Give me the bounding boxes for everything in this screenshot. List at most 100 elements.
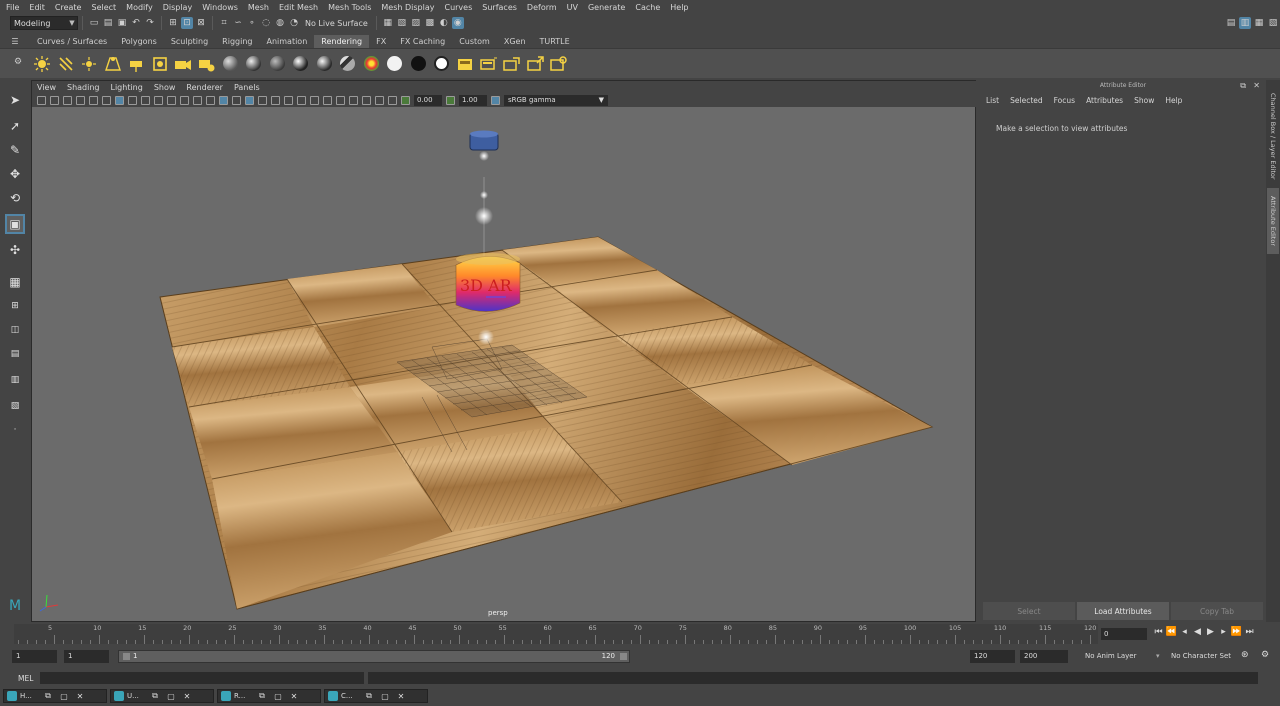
float-panel-icon[interactable]: ⧉ bbox=[1240, 81, 1246, 91]
menu-modify[interactable]: Modify bbox=[126, 3, 153, 12]
menu-set-dropdown[interactable]: Modeling ▼ bbox=[10, 16, 78, 30]
layered-shader-icon[interactable] bbox=[338, 54, 358, 74]
maximize-icon[interactable]: ▢ bbox=[272, 692, 284, 701]
resolution-gate-icon[interactable] bbox=[141, 95, 150, 105]
menu-cache[interactable]: Cache bbox=[635, 3, 660, 12]
close-icon[interactable]: ✕ bbox=[74, 692, 86, 701]
anim-layer-dropdown[interactable]: No Anim Layer bbox=[1085, 652, 1136, 660]
lambert-shader-icon[interactable] bbox=[267, 54, 287, 74]
minimized-window[interactable]: R... ⧉ ▢ ✕ bbox=[217, 689, 321, 703]
scale-tool-icon[interactable]: ▣ bbox=[5, 214, 25, 234]
restore-icon[interactable]: ⧉ bbox=[363, 691, 375, 701]
minimized-window[interactable]: H... ⧉ ▢ ✕ bbox=[3, 689, 107, 703]
step-back-frame-icon[interactable]: ◂ bbox=[1178, 627, 1191, 637]
bookmarks-icon[interactable] bbox=[63, 95, 72, 105]
panel-menu-shading[interactable]: Shading bbox=[67, 83, 100, 92]
use-default-material-icon[interactable] bbox=[232, 95, 241, 105]
animation-start-field[interactable]: 1 bbox=[12, 650, 57, 663]
toggle-channel-box-icon[interactable]: ▧ bbox=[1267, 17, 1279, 29]
menu-surfaces[interactable]: Surfaces bbox=[482, 3, 517, 12]
menu-mesh-tools[interactable]: Mesh Tools bbox=[328, 3, 371, 12]
go-to-end-icon[interactable]: ⏭ bbox=[1243, 627, 1256, 637]
render-current-icon[interactable]: ▧ bbox=[396, 17, 408, 29]
close-icon[interactable]: ✕ bbox=[181, 692, 193, 701]
panel-menu-show[interactable]: Show bbox=[154, 83, 176, 92]
shadows-icon[interactable] bbox=[284, 95, 293, 105]
volume-light-icon[interactable] bbox=[150, 54, 170, 74]
color-management-icon[interactable] bbox=[491, 95, 500, 105]
render-settings-shelf-icon[interactable] bbox=[549, 54, 569, 74]
play-forwards-icon[interactable]: ▶ bbox=[1204, 627, 1217, 637]
attr-menu-help[interactable]: Help bbox=[1165, 96, 1182, 105]
move-tool-icon[interactable]: ✥ bbox=[5, 164, 25, 184]
attr-menu-show[interactable]: Show bbox=[1134, 96, 1154, 105]
render-view-shelf-icon[interactable] bbox=[455, 54, 475, 74]
restore-icon[interactable]: ⧉ bbox=[42, 691, 54, 701]
film-gate-icon[interactable] bbox=[128, 95, 137, 105]
close-icon[interactable]: ✕ bbox=[395, 692, 407, 701]
wood-floor-plane[interactable] bbox=[159, 236, 934, 610]
area-light-icon[interactable] bbox=[126, 54, 146, 74]
motion-blur-icon[interactable] bbox=[310, 95, 319, 105]
current-frame-field[interactable]: 0 bbox=[1101, 628, 1147, 640]
range-start-handle[interactable] bbox=[123, 653, 130, 660]
menu-help[interactable]: Help bbox=[670, 3, 688, 12]
restore-icon[interactable]: ⧉ bbox=[149, 691, 161, 701]
shelf-tab-xgen[interactable]: XGen bbox=[497, 35, 533, 48]
step-forward-frame-icon[interactable]: ▸ bbox=[1217, 627, 1230, 637]
shelf-tab-polygons[interactable]: Polygons bbox=[114, 35, 164, 48]
viewport-scene[interactable]: 3D AR bbox=[32, 107, 975, 621]
select-objects-icon[interactable]: ⊡ bbox=[181, 17, 193, 29]
panel-menu-renderer[interactable]: Renderer bbox=[186, 83, 223, 92]
range-end-handle[interactable] bbox=[620, 653, 627, 660]
smooth-shade-icon[interactable] bbox=[219, 95, 228, 105]
ambient-light-icon[interactable] bbox=[32, 54, 52, 74]
wireframe-on-shaded-icon[interactable] bbox=[245, 95, 254, 105]
undo-icon[interactable]: ↶ bbox=[130, 17, 142, 29]
shelf-tab-rigging[interactable]: Rigging bbox=[215, 35, 259, 48]
maximize-icon[interactable]: ▢ bbox=[379, 692, 391, 701]
menu-create[interactable]: Create bbox=[55, 3, 82, 12]
exposure-field[interactable]: 0.00 bbox=[414, 94, 442, 106]
select-button[interactable]: Select bbox=[983, 602, 1075, 620]
gate-mask-icon[interactable] bbox=[154, 95, 163, 105]
script-language-label[interactable]: MEL bbox=[18, 674, 33, 683]
step-forward-key-icon[interactable]: ⏩ bbox=[1230, 627, 1243, 637]
restore-icon[interactable]: ⧉ bbox=[256, 691, 268, 701]
multisample-aa-icon[interactable] bbox=[323, 95, 332, 105]
tab-channel-box[interactable]: Channel Box / Layer Editor bbox=[1267, 86, 1279, 186]
textured-icon[interactable] bbox=[258, 95, 267, 105]
toggle-tool-settings-icon[interactable]: ▦ bbox=[1253, 17, 1265, 29]
play-backwards-icon[interactable]: ◀ bbox=[1191, 627, 1204, 637]
menu-edit-mesh[interactable]: Edit Mesh bbox=[279, 3, 318, 12]
go-to-start-icon[interactable]: ⏮ bbox=[1152, 627, 1165, 637]
shelf-tab-fx[interactable]: FX bbox=[369, 35, 393, 48]
select-hierarchy-icon[interactable]: ⊞ bbox=[167, 17, 179, 29]
grease-pencil-icon[interactable] bbox=[102, 95, 111, 105]
select-tool-icon[interactable]: ➤ bbox=[5, 90, 25, 110]
shelf-menu-icon[interactable]: ☰ bbox=[0, 35, 30, 48]
view-transform-dropdown[interactable]: sRGB gamma ▼ bbox=[504, 94, 608, 106]
menu-select[interactable]: Select bbox=[91, 3, 116, 12]
rotate-tool-icon[interactable]: ⟲ bbox=[5, 188, 25, 208]
snap-surface-icon[interactable]: ◌ bbox=[260, 17, 272, 29]
shelf-tab-custom[interactable]: Custom bbox=[452, 35, 497, 48]
point-light-icon[interactable] bbox=[79, 54, 99, 74]
menu-generate[interactable]: Generate bbox=[588, 3, 625, 12]
lasso-tool-icon[interactable]: ➚ bbox=[5, 116, 25, 136]
single-perspective-layout-icon[interactable]: ▦ bbox=[5, 272, 25, 292]
attr-menu-attributes[interactable]: Attributes bbox=[1086, 96, 1123, 105]
use-all-lights-icon[interactable] bbox=[271, 95, 280, 105]
grid-toggle-icon[interactable] bbox=[115, 95, 124, 105]
panel-menu-view[interactable]: View bbox=[37, 83, 56, 92]
product-can-object[interactable]: 3D AR bbox=[455, 253, 521, 312]
character-set-dropdown[interactable]: No Character Set bbox=[1171, 652, 1231, 660]
spot-light-icon[interactable] bbox=[103, 54, 123, 74]
two-panes-layout-icon[interactable]: ◫ bbox=[5, 320, 25, 340]
render-view-icon[interactable]: ▦ bbox=[382, 17, 394, 29]
shading-map-icon[interactable] bbox=[385, 54, 405, 74]
wireframe-icon[interactable] bbox=[206, 95, 215, 105]
step-back-key-icon[interactable]: ⏪ bbox=[1165, 627, 1178, 637]
xray-joints-icon[interactable] bbox=[388, 95, 397, 105]
exposure-icon[interactable] bbox=[401, 95, 410, 105]
